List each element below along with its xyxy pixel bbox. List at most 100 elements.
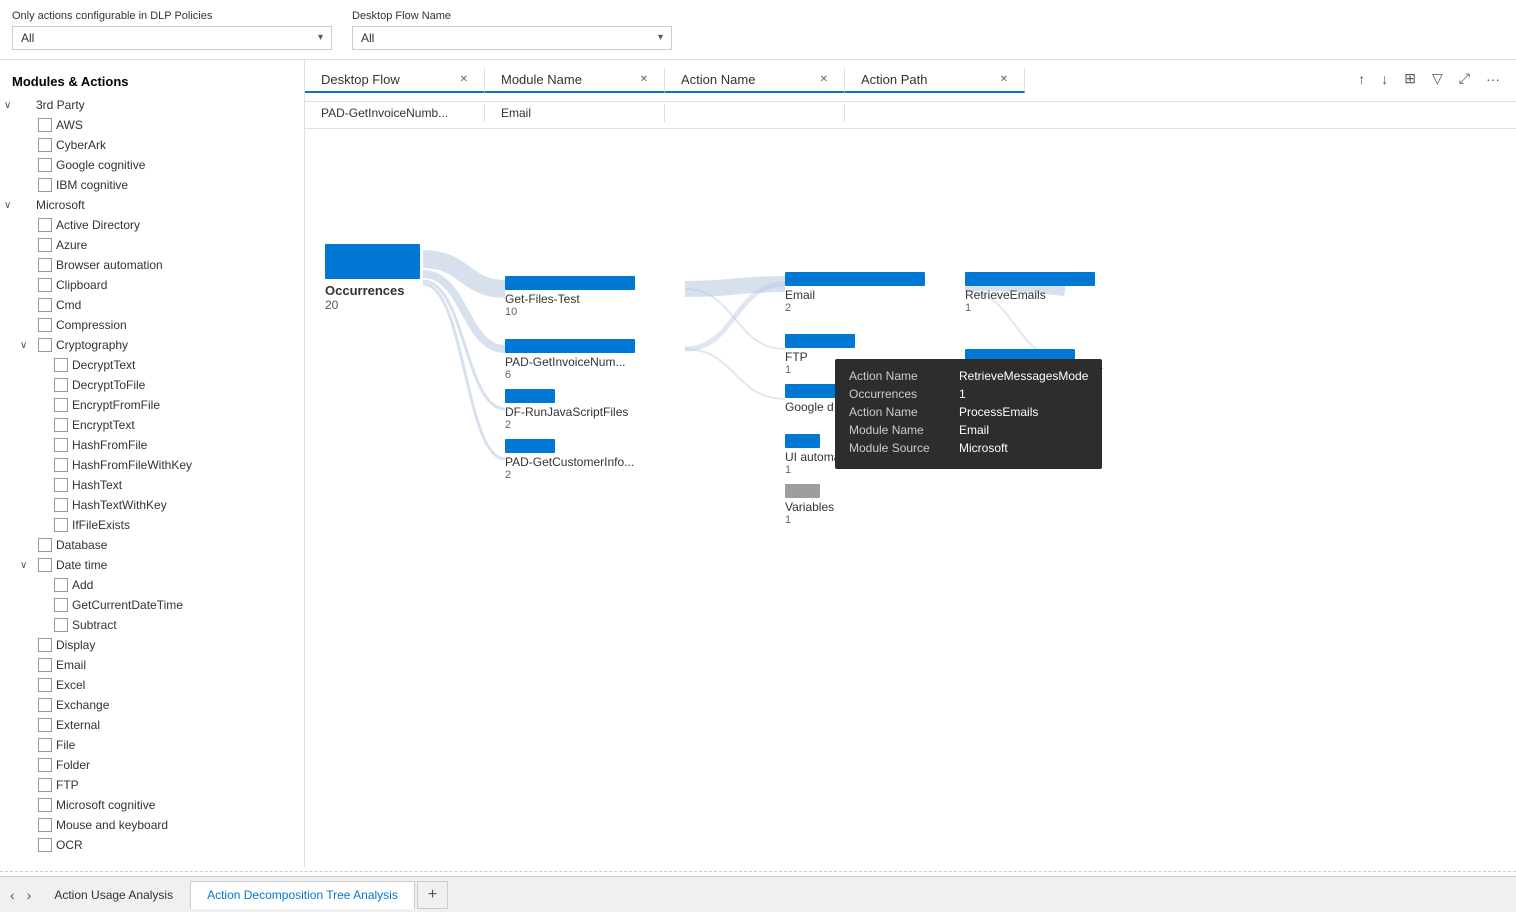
checkbox-4[interactable] [38,178,52,192]
checkbox-9[interactable] [38,278,52,292]
tab-add-button[interactable]: + [417,881,448,909]
checkbox-34[interactable] [38,778,52,792]
checkbox-22[interactable] [38,538,52,552]
sidebar-item-13[interactable]: DecryptText [0,355,304,375]
sidebar-item-27[interactable]: Display [0,635,304,655]
checkbox-27[interactable] [38,638,52,652]
sidebar-item-9[interactable]: Clipboard [0,275,304,295]
checkbox-33[interactable] [38,758,52,772]
checkbox-6[interactable] [38,218,52,232]
sidebar-item-15[interactable]: EncryptFromFile [0,395,304,415]
flow-node-pad-customer[interactable]: PAD-GetCustomerInfo... 2 [505,439,634,481]
sidebar-item-6[interactable]: Active Directory [0,215,304,235]
sidebar-item-19[interactable]: HashText [0,475,304,495]
sidebar-item-33[interactable]: Folder [0,755,304,775]
filter-flow-dropdown[interactable]: All ▾ [352,26,672,50]
checkbox-10[interactable] [38,298,52,312]
flow-node-df-run[interactable]: DF-RunJavaScriptFiles 2 [505,389,628,431]
sidebar-item-30[interactable]: Exchange [0,695,304,715]
filter-icon[interactable]: ▽ [1428,68,1447,89]
sidebar-item-36[interactable]: Mouse and keyboard [0,815,304,835]
checkbox-29[interactable] [38,678,52,692]
sidebar-item-34[interactable]: FTP [0,775,304,795]
checkbox-35[interactable] [38,798,52,812]
sidebar-item-32[interactable]: File [0,735,304,755]
sidebar-item-4[interactable]: IBM cognitive [0,175,304,195]
tab-action-usage[interactable]: Action Usage Analysis [37,881,190,909]
sidebar-item-35[interactable]: Microsoft cognitive [0,795,304,815]
checkbox-12[interactable] [38,338,52,352]
sidebar-item-25[interactable]: GetCurrentDateTime [0,595,304,615]
checkbox-3[interactable] [38,158,52,172]
sidebar-item-26[interactable]: Subtract [0,615,304,635]
col-action-name-close[interactable]: ✕ [820,74,828,85]
checkbox-31[interactable] [38,718,52,732]
sort-desc-icon[interactable]: ↓ [1377,69,1392,89]
sidebar-item-17[interactable]: HashFromFile [0,435,304,455]
sidebar-item-16[interactable]: EncryptText [0,415,304,435]
sidebar-item-8[interactable]: Browser automation [0,255,304,275]
sidebar-item-18[interactable]: HashFromFileWithKey [0,455,304,475]
checkbox-17[interactable] [54,438,68,452]
flow-node-email[interactable]: Email 2 [785,272,925,314]
tab-nav-prev[interactable]: ‹ [4,883,21,907]
sidebar-item-14[interactable]: DecryptToFile [0,375,304,395]
sort-asc-icon[interactable]: ↑ [1354,69,1369,89]
checkbox-18[interactable] [54,458,68,472]
sidebar-item-12[interactable]: ∨Cryptography [0,335,304,355]
sidebar-item-11[interactable]: Compression [0,315,304,335]
more-icon[interactable]: ··· [1482,69,1504,89]
checkbox-1[interactable] [38,118,52,132]
sidebar-item-1[interactable]: AWS [0,115,304,135]
sidebar-tree: ∨3rd PartyAWSCyberArkGoogle cognitiveIBM… [0,95,304,855]
sidebar-item-3[interactable]: Google cognitive [0,155,304,175]
sidebar-item-23[interactable]: ∨Date time [0,555,304,575]
tab-nav-next[interactable]: › [21,883,38,907]
sidebar-item-31[interactable]: External [0,715,304,735]
occurrences-label: Occurrences [325,283,420,298]
sidebar-item-21[interactable]: IfFileExists [0,515,304,535]
filter-dlp-dropdown[interactable]: All ▾ [12,26,332,50]
sidebar-item-10[interactable]: Cmd [0,295,304,315]
checkbox-37[interactable] [38,838,52,852]
checkbox-14[interactable] [54,378,68,392]
col-module-name-close[interactable]: ✕ [640,74,648,85]
checkbox-25[interactable] [54,598,68,612]
checkbox-2[interactable] [38,138,52,152]
tab-action-decomp[interactable]: Action Decomposition Tree Analysis [190,881,415,909]
hierarchy-icon[interactable]: ⊞ [1400,68,1420,89]
checkbox-8[interactable] [38,258,52,272]
checkbox-7[interactable] [38,238,52,252]
checkbox-30[interactable] [38,698,52,712]
col-action-path-close[interactable]: ✕ [1000,74,1008,85]
checkbox-23[interactable] [38,558,52,572]
col-desktop-flow-close[interactable]: ✕ [460,74,468,85]
sidebar-item-37[interactable]: OCR [0,835,304,855]
expand-icon[interactable]: ⤢ [1455,68,1474,89]
sidebar-item-0[interactable]: ∨3rd Party [0,95,304,115]
checkbox-16[interactable] [54,418,68,432]
checkbox-15[interactable] [54,398,68,412]
sidebar-item-7[interactable]: Azure [0,235,304,255]
checkbox-11[interactable] [38,318,52,332]
sidebar-item-2[interactable]: CyberArk [0,135,304,155]
checkbox-24[interactable] [54,578,68,592]
flow-node-retrieve-emails[interactable]: RetrieveEmails 1 [965,272,1095,314]
sidebar-item-22[interactable]: Database [0,535,304,555]
flow-node-variables[interactable]: Variables 1 [785,484,834,526]
sidebar-item-28[interactable]: Email [0,655,304,675]
checkbox-28[interactable] [38,658,52,672]
flow-node-pad-invoice[interactable]: PAD-GetInvoiceNum... 6 [505,339,635,381]
sidebar-item-29[interactable]: Excel [0,675,304,695]
checkbox-36[interactable] [38,818,52,832]
checkbox-26[interactable] [54,618,68,632]
checkbox-20[interactable] [54,498,68,512]
flow-node-get-files[interactable]: Get-Files-Test 10 [505,276,635,318]
sidebar-item-24[interactable]: Add [0,575,304,595]
sidebar-item-20[interactable]: HashTextWithKey [0,495,304,515]
checkbox-19[interactable] [54,478,68,492]
checkbox-21[interactable] [54,518,68,532]
sidebar-item-5[interactable]: ∨Microsoft [0,195,304,215]
checkbox-13[interactable] [54,358,68,372]
checkbox-32[interactable] [38,738,52,752]
